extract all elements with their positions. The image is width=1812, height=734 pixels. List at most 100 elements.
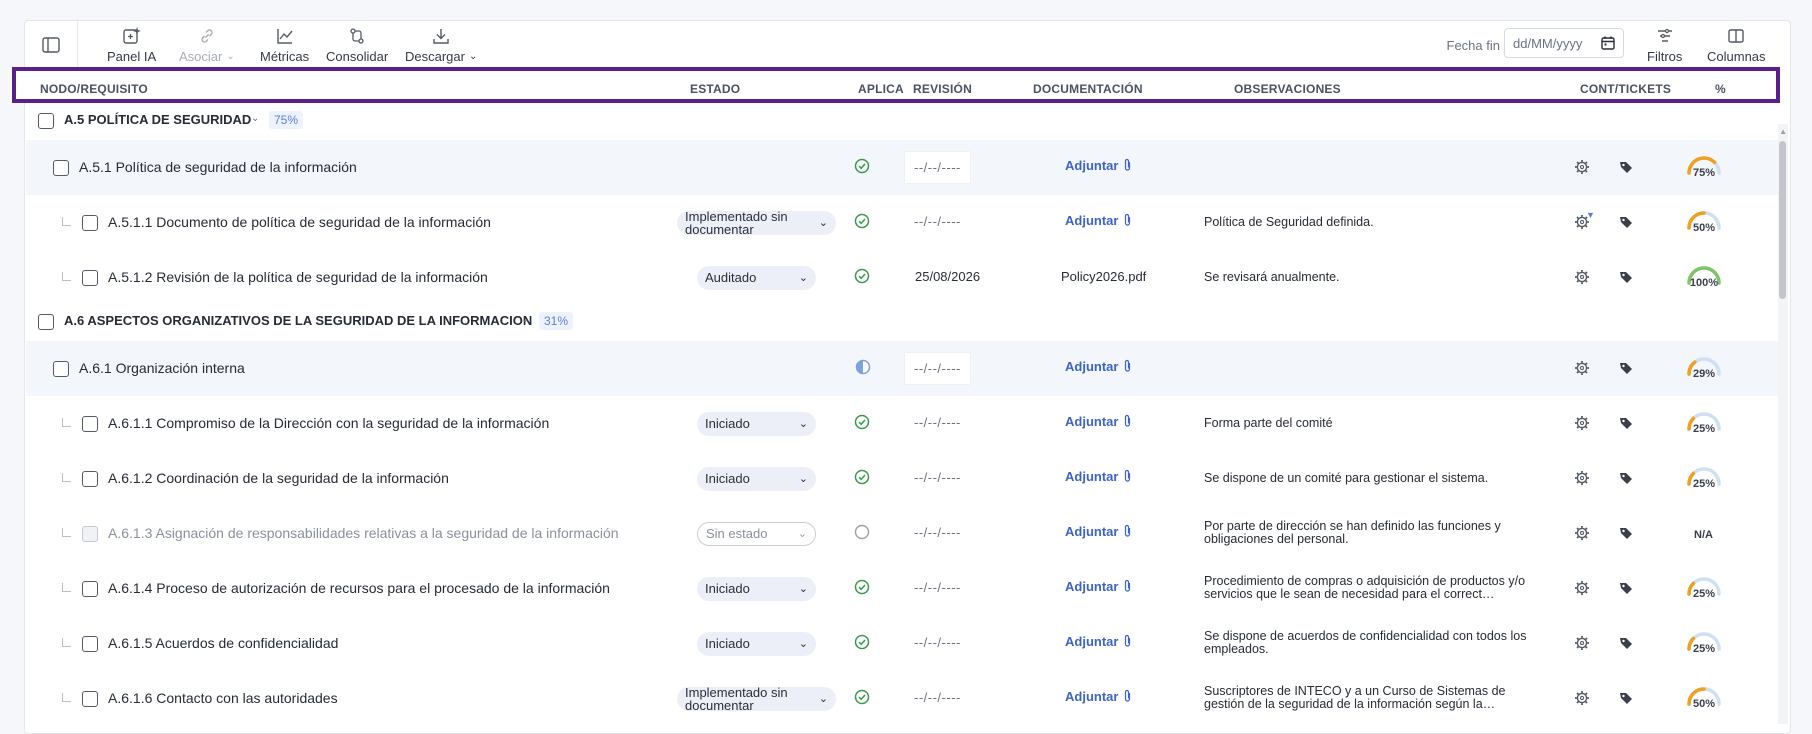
tickets-tag-icon[interactable] bbox=[1618, 214, 1634, 230]
scroll-up-icon[interactable]: ▲ bbox=[1779, 127, 1787, 136]
tickets-tag-icon[interactable] bbox=[1618, 360, 1634, 376]
scrollbar-thumb[interactable] bbox=[1779, 141, 1786, 299]
applies-check-icon[interactable] bbox=[854, 213, 870, 229]
col-documentacion[interactable]: DOCUMENTACIÓN bbox=[1033, 82, 1143, 96]
revision-date[interactable]: --/--/---- bbox=[914, 525, 961, 540]
row-checkbox[interactable] bbox=[53, 360, 69, 377]
tickets-tag-icon[interactable] bbox=[1618, 580, 1634, 596]
controls-gear-icon[interactable] bbox=[1574, 360, 1590, 376]
row-checkbox[interactable] bbox=[82, 470, 98, 487]
expand-chevron-icon[interactable]: ⌄ bbox=[521, 314, 529, 325]
requirement-name[interactable]: A.6 ASPECTOS ORGANIZATIVOS DE LA SEGURID… bbox=[64, 313, 532, 328]
expand-chevron-icon[interactable]: ⌄ bbox=[251, 113, 259, 124]
row-checkbox[interactable] bbox=[82, 635, 98, 652]
row-checkbox[interactable] bbox=[38, 314, 54, 330]
consolidar-button[interactable]: Consolidar bbox=[326, 25, 388, 67]
estado-value: Iniciado bbox=[705, 471, 750, 486]
revision-date[interactable]: --/--/---- bbox=[914, 635, 961, 650]
tickets-tag-icon[interactable] bbox=[1618, 525, 1634, 541]
descargar-button[interactable]: Descargar ⌄ bbox=[405, 25, 477, 67]
tickets-tag-icon[interactable] bbox=[1618, 690, 1634, 706]
row-checkbox[interactable] bbox=[53, 159, 69, 176]
controls-gear-icon[interactable] bbox=[1574, 415, 1590, 431]
estado-dropdown[interactable]: Sin estado ⌄ bbox=[697, 521, 816, 546]
col-revision[interactable]: REVISIÓN bbox=[913, 82, 972, 96]
attach-link[interactable]: Adjuntar bbox=[1065, 579, 1132, 594]
col-observaciones[interactable]: OBSERVACIONES bbox=[1234, 82, 1341, 96]
chevron-down-icon: ⌄ bbox=[798, 418, 808, 430]
col-estado[interactable]: ESTADO bbox=[690, 82, 740, 96]
not-applicable-icon[interactable] bbox=[854, 524, 870, 540]
row-checkbox[interactable] bbox=[82, 580, 98, 597]
attach-link[interactable]: Adjuntar bbox=[1065, 359, 1132, 374]
applies-check-icon[interactable] bbox=[854, 158, 870, 174]
controls-gear-icon[interactable] bbox=[1574, 525, 1590, 541]
estado-dropdown[interactable]: Implementado sin documentar ⌄ bbox=[677, 686, 836, 712]
revision-date[interactable]: --/--/---- bbox=[914, 690, 961, 705]
tickets-tag-icon[interactable] bbox=[1618, 159, 1634, 175]
revision-date[interactable]: --/--/---- bbox=[904, 150, 971, 184]
applies-check-icon[interactable] bbox=[854, 469, 870, 485]
row-checkbox[interactable] bbox=[82, 214, 98, 231]
col-percent[interactable]: % bbox=[1715, 82, 1726, 96]
revision-date[interactable]: --/--/---- bbox=[914, 470, 961, 485]
filtros-button[interactable]: Filtros bbox=[1647, 25, 1682, 67]
panel-ia-button[interactable]: Panel IA bbox=[107, 25, 156, 67]
col-nodo-requisito[interactable]: NODO/REQUISITO bbox=[40, 82, 148, 96]
estado-dropdown[interactable]: Implementado sin documentar ⌄ bbox=[677, 210, 836, 236]
applies-check-icon[interactable] bbox=[854, 268, 870, 284]
fecha-fin-input[interactable]: dd/MM/yyyy bbox=[1504, 28, 1624, 58]
col-aplica[interactable]: APLICA bbox=[858, 82, 904, 96]
estado-dropdown[interactable]: Iniciado ⌄ bbox=[697, 411, 816, 436]
applies-check-icon[interactable] bbox=[854, 579, 870, 595]
document-file-link[interactable]: Policy2026.pdf bbox=[1061, 269, 1146, 284]
progress-gauge: 25% bbox=[1685, 630, 1723, 658]
estado-dropdown[interactable]: Iniciado ⌄ bbox=[697, 631, 816, 656]
asociar-button[interactable]: Asociar ⌄ bbox=[179, 25, 235, 67]
tickets-tag-icon[interactable] bbox=[1618, 269, 1634, 285]
row-checkbox[interactable] bbox=[82, 415, 98, 432]
attach-link[interactable]: Adjuntar bbox=[1065, 524, 1132, 539]
estado-value: Auditado bbox=[705, 270, 757, 285]
revision-date[interactable]: --/--/---- bbox=[914, 415, 961, 430]
requirement-name: A.5.1.1 Documento de política de segurid… bbox=[108, 213, 491, 230]
controls-gear-icon[interactable] bbox=[1574, 580, 1590, 596]
requirement-name[interactable]: A.5 POLÍTICA DE SEGURIDAD bbox=[64, 112, 251, 127]
applies-check-icon[interactable] bbox=[854, 689, 870, 705]
revision-date[interactable]: --/--/---- bbox=[914, 214, 961, 229]
attach-link[interactable]: Adjuntar bbox=[1065, 634, 1132, 649]
columnas-button[interactable]: Columnas bbox=[1707, 25, 1766, 67]
partial-applies-icon[interactable] bbox=[855, 359, 871, 375]
revision-date[interactable]: --/--/---- bbox=[914, 580, 961, 595]
controls-gear-icon[interactable] bbox=[1574, 635, 1590, 651]
controls-gear-icon[interactable] bbox=[1574, 159, 1590, 175]
toolbar: Panel IA Asociar ⌄ Métricas Consolidar De… bbox=[25, 21, 1790, 69]
attach-link[interactable]: Adjuntar bbox=[1065, 158, 1132, 173]
attach-link[interactable]: Adjuntar bbox=[1065, 213, 1132, 228]
row-checkbox[interactable] bbox=[82, 269, 98, 286]
estado-dropdown[interactable]: Iniciado ⌄ bbox=[697, 576, 816, 601]
controls-gear-icon[interactable] bbox=[1574, 269, 1590, 285]
revision-date[interactable]: --/--/---- bbox=[904, 351, 971, 385]
col-cont-tickets[interactable]: CONT/TICKETS bbox=[1580, 82, 1671, 96]
controls-gear-icon[interactable] bbox=[1574, 690, 1590, 706]
applies-check-icon[interactable] bbox=[854, 414, 870, 430]
tickets-tag-icon[interactable] bbox=[1618, 635, 1634, 651]
row-checkbox[interactable] bbox=[38, 113, 54, 129]
revision-date[interactable]: 25/08/2026 bbox=[915, 269, 980, 284]
estado-dropdown[interactable]: Auditado ⌄ bbox=[697, 265, 816, 290]
estado-dropdown[interactable]: Iniciado ⌄ bbox=[697, 466, 816, 491]
row-checkbox[interactable] bbox=[82, 690, 98, 707]
tickets-tag-icon[interactable] bbox=[1618, 470, 1634, 486]
tickets-tag-icon[interactable] bbox=[1618, 415, 1634, 431]
sidebar-toggle-button[interactable] bbox=[25, 21, 78, 69]
requirement-name[interactable]: A.5.1 Política de seguridad de la inform… bbox=[79, 159, 357, 175]
requirement-name[interactable]: A.6.1 Organización interna bbox=[79, 360, 245, 376]
attach-link[interactable]: Adjuntar bbox=[1065, 689, 1132, 704]
attach-link[interactable]: Adjuntar bbox=[1065, 469, 1132, 484]
controls-gear-icon[interactable] bbox=[1574, 470, 1590, 486]
metricas-button[interactable]: Métricas bbox=[260, 25, 309, 67]
applies-check-icon[interactable] bbox=[854, 634, 870, 650]
calendar-icon[interactable] bbox=[1601, 36, 1615, 50]
attach-link[interactable]: Adjuntar bbox=[1065, 414, 1132, 429]
